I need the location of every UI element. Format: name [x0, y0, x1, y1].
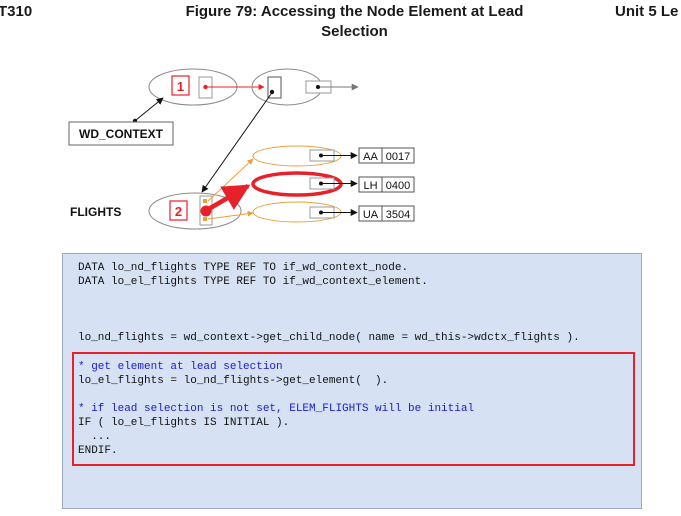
element-record-2: LH 0400 — [358, 176, 415, 193]
node-2-label: 2 — [175, 204, 182, 219]
code-highlighted-block: * get element at lead selection lo_el_fl… — [78, 361, 475, 457]
code-get-child-node: lo_nd_flights = wd_context->get_child_no… — [78, 332, 580, 344]
svg-text:0400: 0400 — [386, 180, 410, 192]
svg-text:UA: UA — [363, 209, 379, 221]
svg-text:0017: 0017 — [386, 151, 410, 163]
code-declarations: DATA lo_nd_flights TYPE REF TO if_wd_con… — [78, 262, 428, 288]
node-1-label: 1 — [177, 79, 184, 94]
svg-text:AA: AA — [363, 151, 378, 163]
lead-selection-dot — [200, 205, 212, 217]
element-record-3: UA 3504 — [358, 205, 415, 222]
lead-selection-arrow — [205, 184, 251, 212]
context-diagram: 1 WD_CONTEXT FLIGHTS 2 AA 0017 LH 0400 U… — [68, 68, 415, 230]
svg-text:3504: 3504 — [386, 209, 410, 221]
wd-context-label: WD_CONTEXT — [79, 127, 164, 141]
context-link-line — [135, 97, 164, 121]
flights-label: FLIGHTS — [70, 205, 121, 219]
element-arrow-3 — [207, 210, 254, 220]
element-record-1: AA 0017 — [358, 147, 415, 164]
svg-text:LH: LH — [363, 180, 377, 192]
code-panel: DATA lo_nd_flights TYPE REF TO if_wd_con… — [62, 253, 642, 509]
